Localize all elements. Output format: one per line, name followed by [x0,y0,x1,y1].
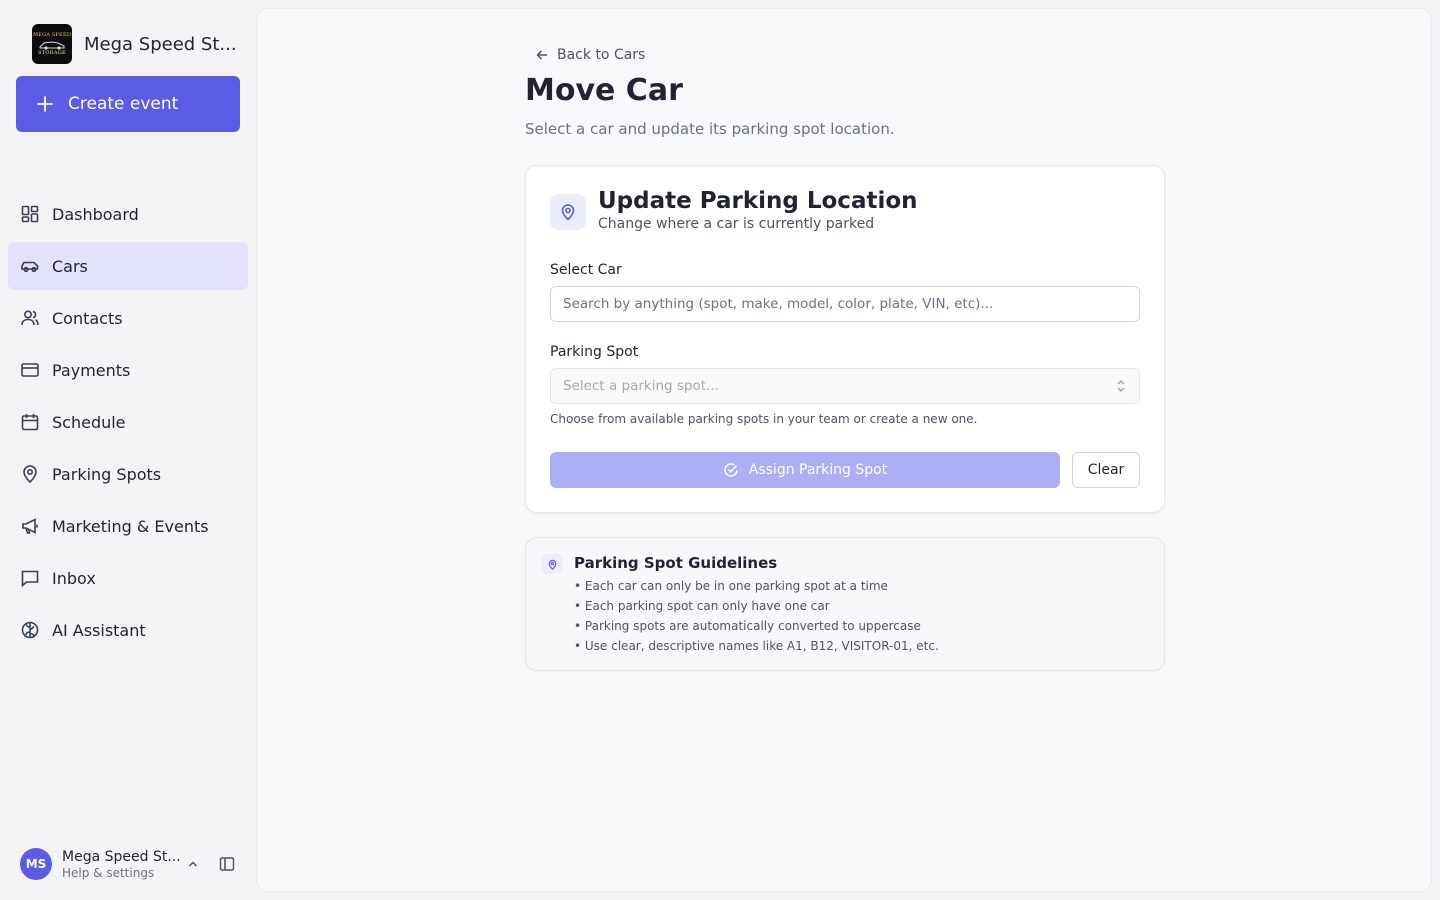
sidebar-item-label: Parking Spots [52,464,162,484]
card-title: Update Parking Location [598,188,918,214]
guideline-item: • Parking spots are automatically conver… [574,619,921,633]
card-subtitle: Change where a car is currently parked [598,216,875,232]
sidebar-item-label: Inbox [52,568,96,588]
chevrons-up-down-icon [1117,380,1125,392]
parking-spot-label: Parking Spot [550,344,639,360]
sidebar-item-cars[interactable]: Cars [8,242,248,290]
guideline-item: • Each parking spot can only have one ca… [574,599,830,613]
user-subtitle: Help & settings [62,865,155,880]
sidebar-item-marketing-events[interactable]: Marketing & Events [8,502,248,550]
create-event-button[interactable]: Create event [16,76,240,132]
sidebar-item-contacts[interactable]: Contacts [8,294,248,342]
megaphone-icon [22,518,38,534]
sidebar-item-ai-assistant[interactable]: AI Assistant [8,606,248,654]
sidebar-item-label: Payments [52,360,131,380]
sidebar-item-label: AI Assistant [52,620,146,640]
map-pin-icon [23,465,37,484]
select-car-search-input[interactable] [550,286,1140,322]
card-icon-badge [550,194,586,230]
map-pin-icon [561,204,575,221]
map-pin-icon [548,559,556,570]
guide-icon-badge [542,554,562,574]
circle-check-icon [724,463,738,477]
guidelines-title: Parking Spot Guidelines [574,554,778,572]
credit-card-icon [21,363,39,377]
brand-name: Mega Speed St... [84,33,237,55]
brand-logo-text-bottom: STORAGE [38,50,66,56]
users-icon [21,310,39,326]
assign-button-label: Assign Parking Spot [748,462,888,478]
sidebar-item-label: Cars [52,256,88,276]
user-menu[interactable]: MS Mega Speed St... Help & settings [20,846,242,882]
sidebar-toggle-icon[interactable] [218,855,236,873]
arrow-left-icon [536,50,547,60]
sidebar-item-label: Marketing & Events [52,516,209,536]
guideline-item: • Each car can only be in one parking sp… [574,579,888,593]
parking-spot-placeholder: Select a parking spot... [563,378,719,394]
guidelines-list: • Each car can only be in one parking sp… [574,578,939,658]
sidebar-item-parking-spots[interactable]: Parking Spots [8,450,248,498]
user-name: Mega Speed St... [62,848,181,865]
select-car-label: Select Car [550,262,622,278]
brand-logo: MEGA SPEED STORAGE [32,24,72,64]
car-icon [21,261,39,273]
create-event-label: Create event [68,94,179,114]
page-subtitle: Select a car and update its parking spot… [525,120,895,138]
sidebar-item-label: Dashboard [52,204,139,224]
plus-icon [37,96,53,112]
sidebar-item-inbox[interactable]: Inbox [8,554,248,602]
sidebar: MEGA SPEED STORAGE Mega Speed St... Crea… [0,0,256,900]
user-info: Mega Speed St... Help & settings [62,848,181,880]
parking-spot-helper-text: Choose from available parking spots in y… [550,412,978,426]
guideline-item: • Use clear, descriptive names like A1, … [574,639,939,653]
car-logo-icon [39,41,65,50]
brain-icon [21,621,39,639]
page-title: Move Car [525,73,683,108]
message-square-icon [21,570,39,588]
chevron-up-icon[interactable] [186,857,200,871]
sidebar-item-label: Schedule [52,412,126,432]
avatar: MS [20,848,52,880]
parking-guidelines-panel: Parking Spot Guidelines • Each car can o… [525,537,1165,671]
update-parking-card: Update Parking Location Change where a c… [525,165,1165,513]
dashboard-icon [21,205,39,223]
assign-parking-spot-button[interactable]: Assign Parking Spot [550,452,1060,488]
sidebar-item-label: Contacts [52,308,123,328]
parking-spot-select[interactable]: Select a parking spot... [550,368,1140,404]
sidebar-item-payments[interactable]: Payments [8,346,248,394]
back-label: Back to Cars [557,47,646,63]
clear-button[interactable]: Clear [1072,452,1140,488]
sidebar-item-dashboard[interactable]: Dashboard [8,190,248,238]
main-panel: Back to Cars Move Car Select a car and u… [256,8,1432,892]
sidebar-nav: Dashboard Cars Contacts Payments Schedul… [8,190,248,658]
back-to-cars-link[interactable]: Back to Cars [535,47,645,63]
calendar-icon [21,414,39,431]
brand[interactable]: MEGA SPEED STORAGE Mega Speed St... [32,24,242,64]
sidebar-item-schedule[interactable]: Schedule [8,398,248,446]
